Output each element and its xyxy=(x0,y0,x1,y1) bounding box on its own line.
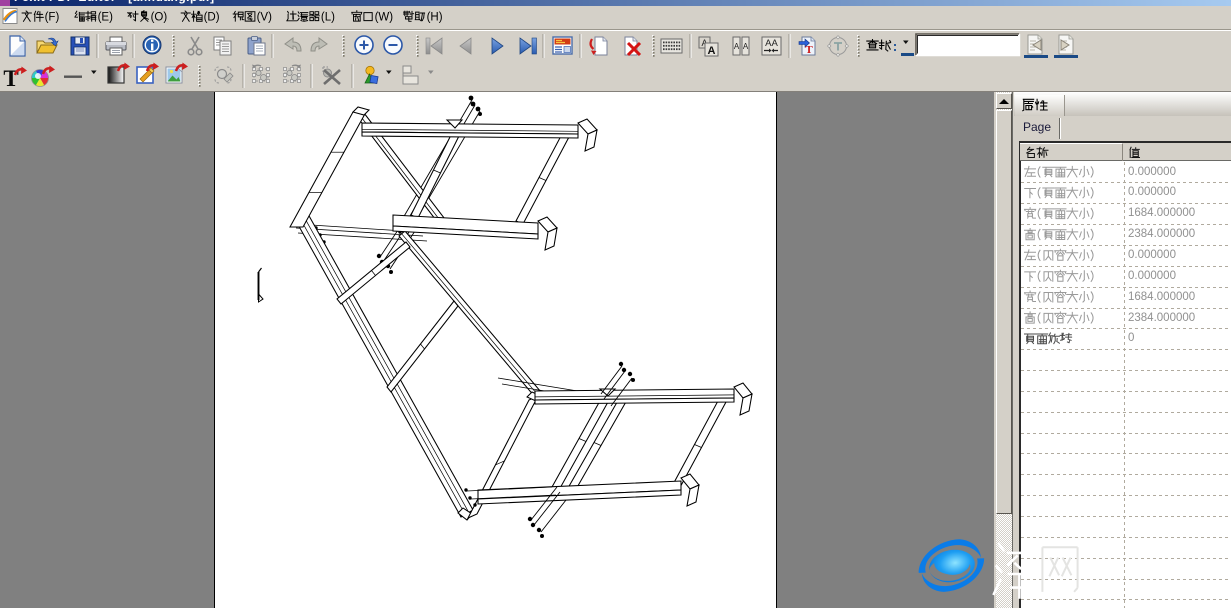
svg-text:(H): (H) xyxy=(427,12,443,24)
svg-text:A: A xyxy=(743,42,749,51)
svg-text:(D): (D) xyxy=(204,12,220,24)
svg-text:(O): (O) xyxy=(151,12,168,24)
svg-text:(E): (E) xyxy=(98,12,114,24)
svg-text:(W): (W) xyxy=(375,12,394,24)
svg-text:(F): (F) xyxy=(45,12,60,24)
svg-text:T: T xyxy=(3,66,18,91)
svg-text:AA: AA xyxy=(765,38,778,49)
svg-text:A: A xyxy=(734,42,740,51)
svg-text:T: T xyxy=(805,44,813,56)
svg-text:A: A xyxy=(708,45,716,57)
svg-text:(L): (L) xyxy=(321,12,335,24)
svg-text:(V): (V) xyxy=(257,12,273,24)
